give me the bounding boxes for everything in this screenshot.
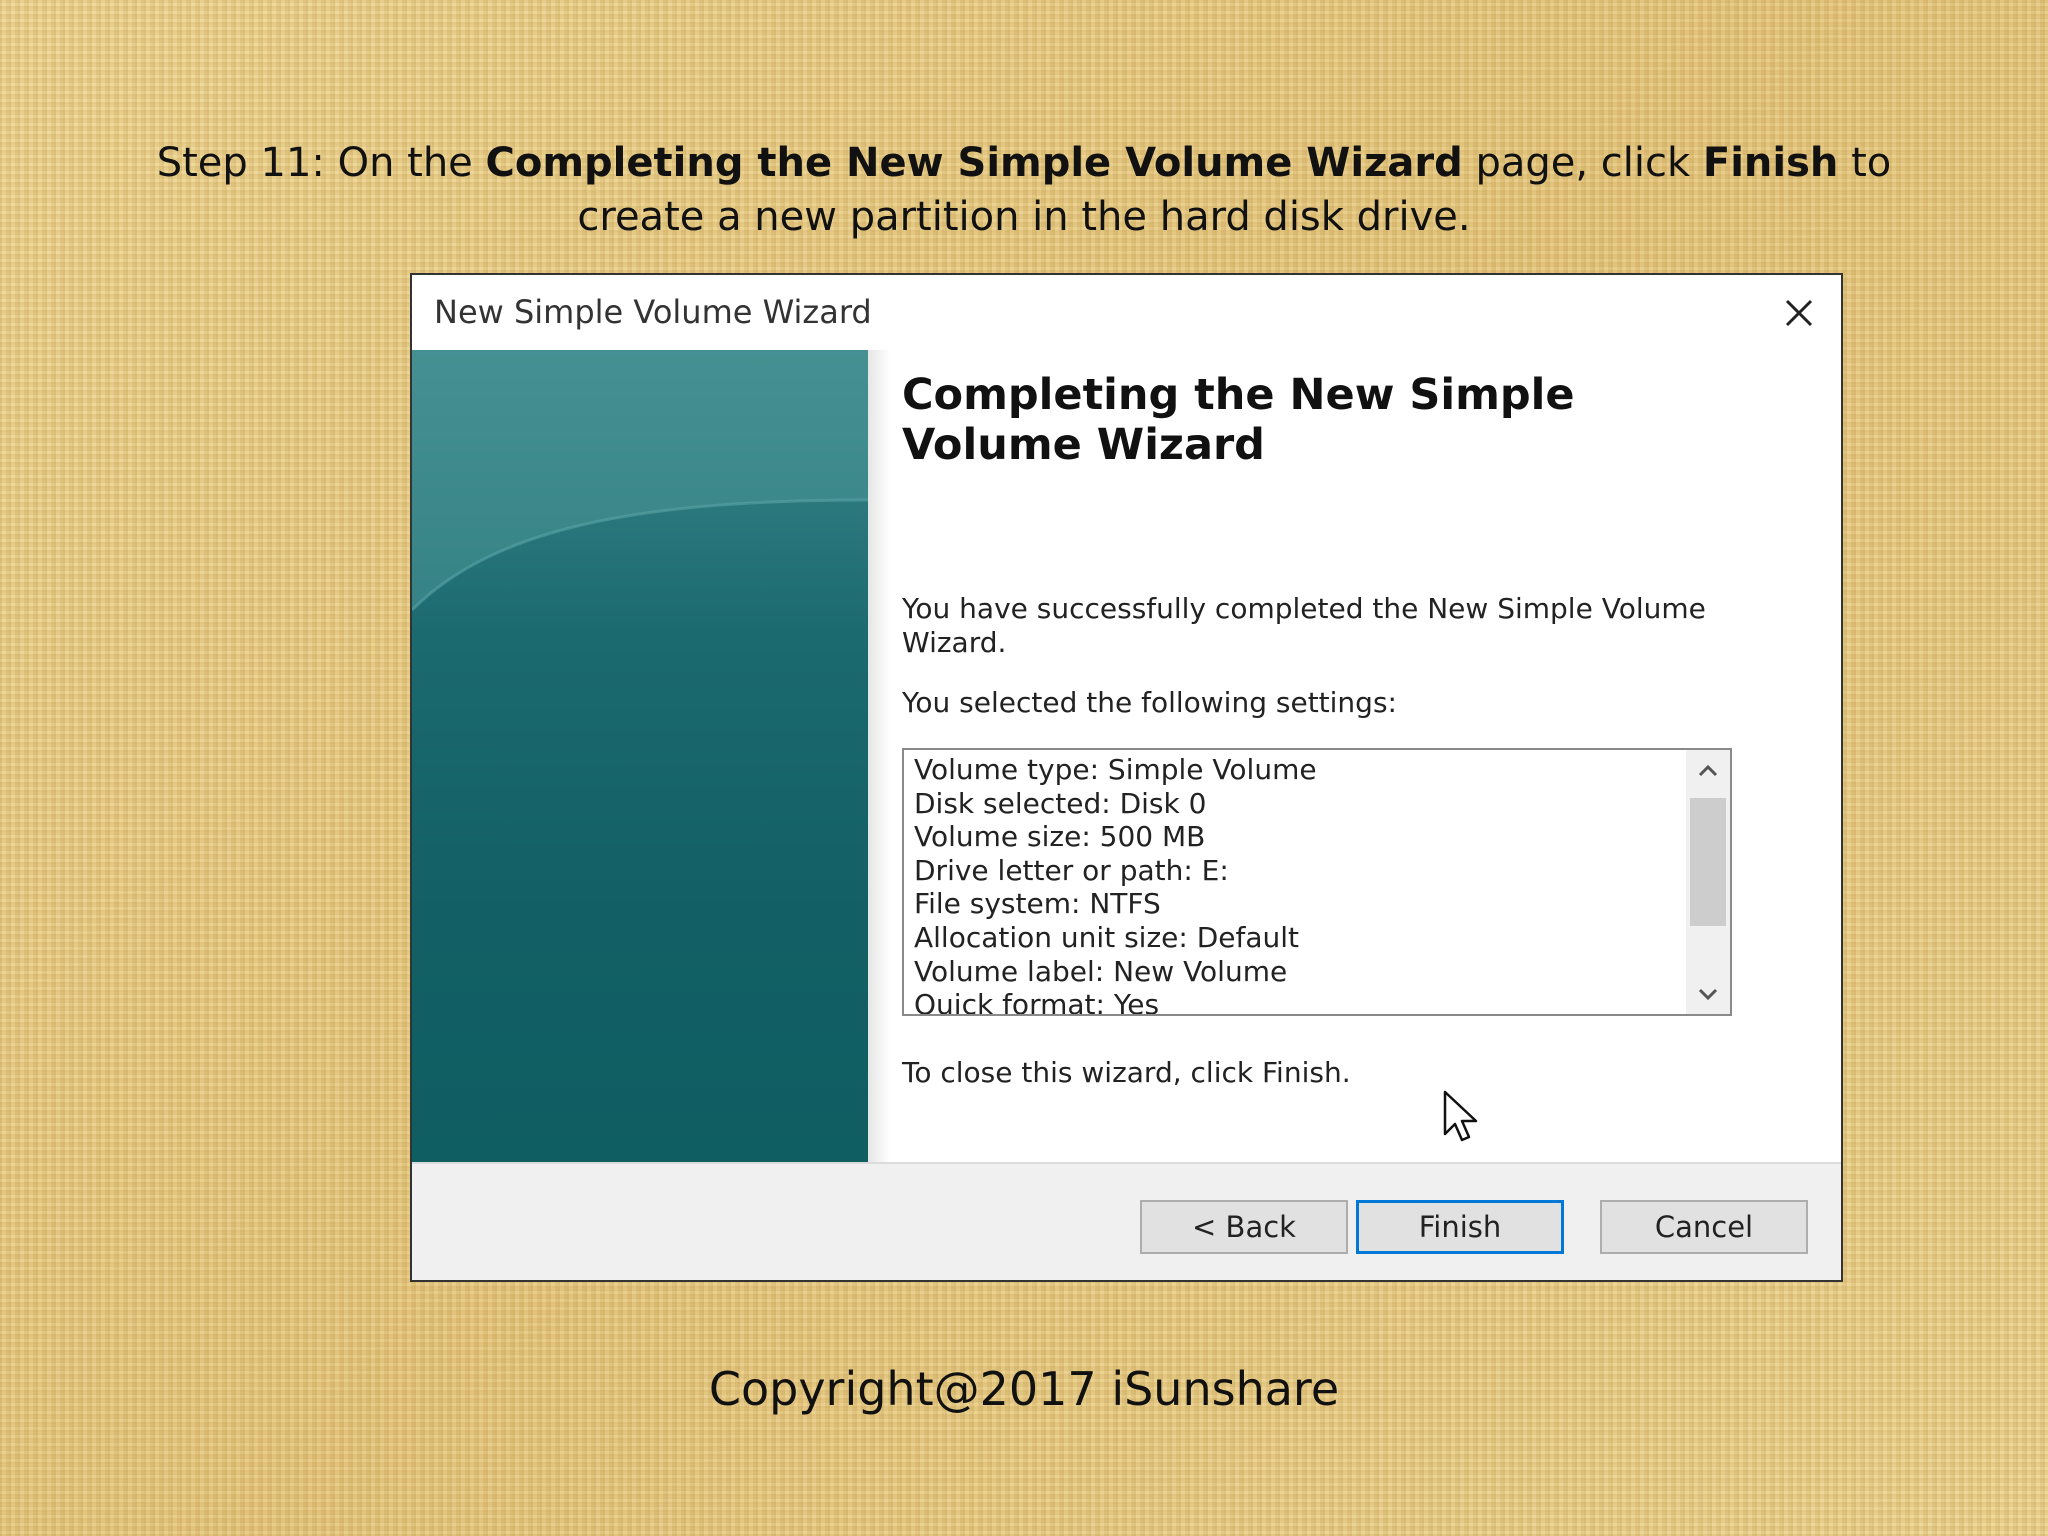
wizard-heading: Completing the New Simple Volume Wizard xyxy=(902,370,1575,470)
cancel-button[interactable]: Cancel xyxy=(1600,1200,1808,1254)
instruction-prefix: Step 11: On the xyxy=(156,140,486,186)
dialog-title: New Simple Volume Wizard xyxy=(434,293,872,331)
instruction-bold-wizard-name: Completing the New Simple Volume Wizard xyxy=(485,140,1463,186)
finish-button[interactable]: Finish xyxy=(1356,1200,1564,1254)
settings-item: Disk selected: Disk 0 xyxy=(914,786,1207,820)
settings-item: Drive letter or path: E: xyxy=(914,853,1229,887)
dialog-titlebar: New Simple Volume Wizard xyxy=(412,275,1841,350)
settings-item: Allocation unit size: Default xyxy=(914,920,1300,954)
copyright-footer: Copyright@2017 iSunshare xyxy=(708,1362,1340,1416)
close-icon xyxy=(1785,299,1813,327)
chevron-up-icon xyxy=(1698,764,1718,777)
close-button[interactable] xyxy=(1771,285,1827,341)
settings-item: Volume label: New Volume xyxy=(914,954,1288,988)
wizard-content: Completing the New Simple Volume Wizard … xyxy=(902,370,1782,1089)
back-button[interactable]: < Back xyxy=(1140,1200,1348,1254)
scroll-thumb[interactable] xyxy=(1690,798,1726,926)
success-message: You have successfully completed the New … xyxy=(902,592,1706,659)
scroll-down-button[interactable] xyxy=(1686,974,1730,1014)
chevron-down-icon xyxy=(1698,988,1718,1001)
settings-item: File system: NTFS xyxy=(914,887,1161,921)
settings-item: Quick format: Yes xyxy=(914,988,1160,1016)
settings-label: You selected the following settings: xyxy=(902,686,1397,719)
settings-summary-box[interactable]: Volume type: Simple Volume Disk selected… xyxy=(902,748,1732,1016)
dialog-button-bar: < Back Finish Cancel xyxy=(412,1162,1841,1280)
wizard-side-panel xyxy=(412,350,868,1162)
instruction-caption: Step 11: On the Completing the New Simpl… xyxy=(100,136,1948,244)
scroll-up-button[interactable] xyxy=(1686,750,1730,790)
settings-scrollbar[interactable] xyxy=(1686,750,1730,1014)
settings-item: Volume type: Simple Volume xyxy=(914,753,1317,786)
settings-item: Volume size: 500 MB xyxy=(914,820,1206,854)
close-hint: To close this wizard, click Finish. xyxy=(902,1056,1351,1089)
settings-list: Volume type: Simple Volume Disk selected… xyxy=(904,750,1684,1016)
mouse-cursor-icon xyxy=(1443,1090,1478,1142)
side-panel-shadow xyxy=(868,350,890,1162)
instruction-middle: page, click xyxy=(1462,140,1703,186)
instruction-bold-finish: Finish xyxy=(1702,140,1839,186)
wizard-dialog: New Simple Volume Wizard Completing the … xyxy=(410,273,1843,1282)
